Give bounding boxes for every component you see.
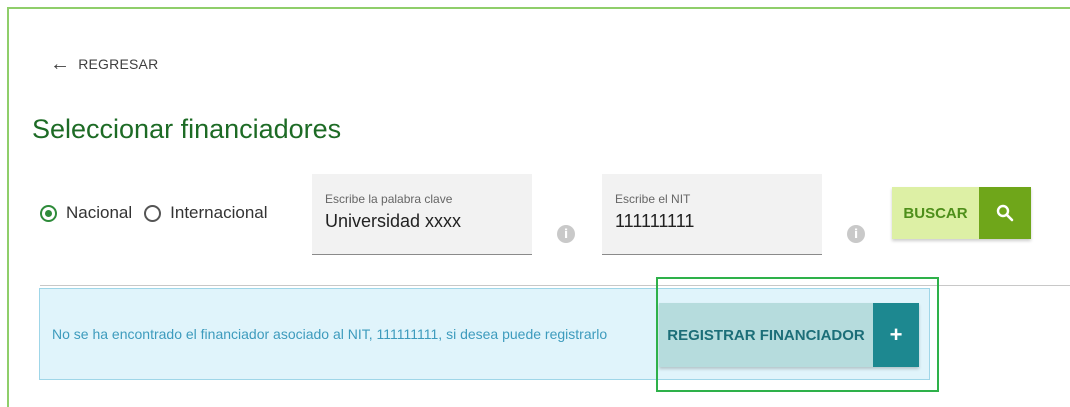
back-label: REGRESAR xyxy=(78,56,159,72)
divider xyxy=(40,285,1070,286)
radio-unchecked-icon xyxy=(144,204,162,222)
origin-radio-group: Nacional Internacional xyxy=(40,203,280,223)
search-button-label: BUSCAR xyxy=(892,187,979,239)
search-icon xyxy=(979,187,1031,239)
radio-nacional[interactable]: Nacional xyxy=(40,203,132,223)
radio-internacional-label: Internacional xyxy=(170,203,268,222)
info-icon[interactable]: i xyxy=(557,225,575,243)
radio-internacional[interactable]: Internacional xyxy=(144,203,268,223)
nit-field-label: Escribe el NIT xyxy=(615,192,691,206)
alert-message: No se ha encontrado el financiador asoci… xyxy=(52,326,608,342)
radio-nacional-label: Nacional xyxy=(66,203,133,222)
radio-checked-icon xyxy=(40,204,57,222)
nit-field[interactable]: Escribe el NIT xyxy=(602,174,822,255)
plus-icon: + xyxy=(873,303,919,367)
keyword-field-label: Escribe la palabra clave xyxy=(325,192,453,206)
back-link[interactable]: ← REGRESAR xyxy=(50,54,158,74)
register-financier-button[interactable]: REGISTRAR FINANCIADOR + xyxy=(659,303,919,367)
page-title: Seleccionar financiadores xyxy=(32,114,342,144)
search-button[interactable]: BUSCAR xyxy=(892,187,1031,239)
nit-input[interactable] xyxy=(615,211,809,232)
arrow-left-icon: ← xyxy=(50,53,71,75)
keyword-field[interactable]: Escribe la palabra clave xyxy=(312,174,532,255)
info-icon[interactable]: i xyxy=(847,225,865,243)
keyword-input[interactable] xyxy=(325,211,519,232)
register-button-label: REGISTRAR FINANCIADOR xyxy=(659,303,873,367)
